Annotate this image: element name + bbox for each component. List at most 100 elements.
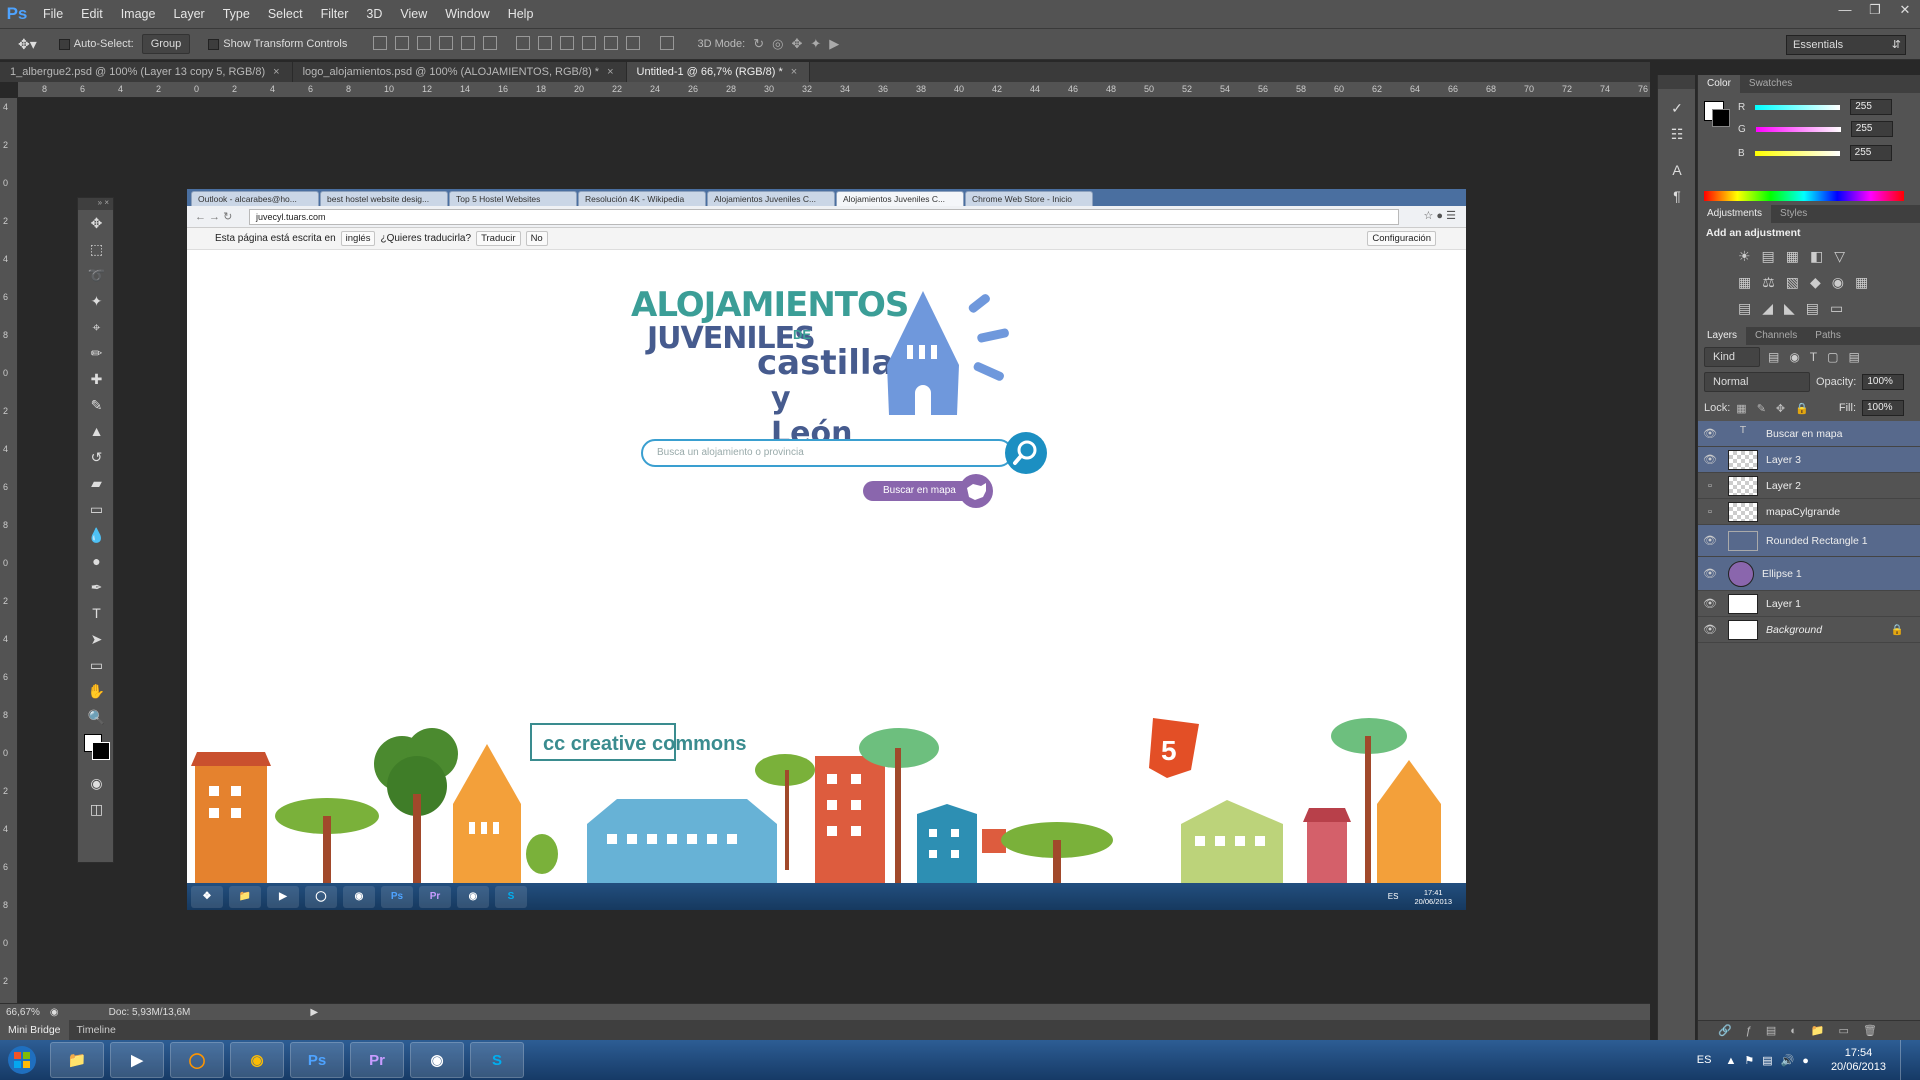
eye-icon[interactable]: 👁 [1698, 597, 1722, 610]
site-search-input[interactable]: Busca un alojamiento o provincia [641, 439, 1013, 467]
tray-icons[interactable]: ▲⚑▤🔊● [1725, 1054, 1816, 1067]
red-value[interactable]: 255 [1850, 99, 1893, 115]
adjustment-icons[interactable]: ☀▤▦◧▽ ▦⚖▧◆◉▦ ▤◢◣▤▭ [1698, 243, 1920, 321]
menu-layer[interactable]: Layer [164, 0, 213, 28]
browser-tab[interactable]: Alojamientos Juveniles C... [707, 191, 835, 206]
blue-gradient[interactable] [1754, 150, 1840, 156]
menu-3d[interactable]: 3D [357, 0, 391, 28]
status-arrow-icon[interactable]: ▶ [310, 1007, 318, 1018]
show-desktop-button[interactable] [1900, 1040, 1912, 1080]
layer-row[interactable]: 👁 Ellipse 1 [1698, 557, 1920, 591]
red-gradient[interactable] [1755, 104, 1841, 110]
layer-row[interactable]: 👁 Layer 3 [1698, 447, 1920, 473]
no-button[interactable]: No [525, 231, 548, 246]
align-bottom-icon[interactable] [417, 35, 432, 50]
tab-paths[interactable]: Paths [1806, 327, 1850, 345]
blue-slider[interactable]: B 255 [1698, 141, 1920, 165]
zoom-level[interactable]: 66,67% [6, 1007, 40, 1018]
auto-select-checkbox[interactable]: Auto-Select: [58, 38, 134, 50]
menu-view[interactable]: View [391, 0, 436, 28]
shape-tool-icon[interactable]: ▭ [78, 652, 115, 678]
3d-mode-icons[interactable]: ↻◎✥✦▶ [753, 36, 847, 52]
align-hcenter-icon[interactable] [461, 35, 476, 50]
brush-tool-icon[interactable]: ✎ [78, 392, 115, 418]
tab-color[interactable]: Color [1698, 75, 1740, 93]
auto-align-icon[interactable] [659, 35, 674, 50]
site-search-button[interactable] [1005, 432, 1047, 474]
blur-tool-icon[interactable]: 💧 [78, 522, 115, 548]
group-select[interactable]: Group [141, 34, 191, 54]
red-slider[interactable]: R 255 [1698, 93, 1920, 117]
menu-select[interactable]: Select [259, 0, 312, 28]
info-icon[interactable]: ◉ [50, 1007, 59, 1018]
path-select-icon[interactable]: ➤ [78, 626, 115, 652]
taskbar-media[interactable]: ▶ [110, 1042, 164, 1078]
healing-brush-icon[interactable]: ✚ [78, 366, 115, 392]
background-color[interactable] [92, 742, 110, 760]
distribute-vcenter-icon[interactable] [538, 35, 553, 50]
tab-styles[interactable]: Styles [1771, 205, 1816, 223]
distribute-left-icon[interactable] [582, 35, 597, 50]
lasso-tool-icon[interactable]: ➰ [78, 262, 115, 288]
eye-icon[interactable]: 👁 [1698, 427, 1722, 440]
layer-row[interactable]: 👁 Rounded Rectangle 1 [1698, 525, 1920, 557]
green-gradient[interactable] [1755, 126, 1841, 132]
filter-icons[interactable]: ▤◉T▢▤ [1768, 350, 1870, 364]
distribute-top-icon[interactable] [516, 35, 531, 50]
tab-timeline[interactable]: Timeline [69, 1024, 124, 1036]
taskbar-skype[interactable]: S [470, 1042, 524, 1078]
tab-adjustments[interactable]: Adjustments [1698, 205, 1772, 223]
menu-image[interactable]: Image [112, 0, 165, 28]
taskbar-photoshop[interactable]: Ps [290, 1042, 344, 1078]
layer-row[interactable]: 👁 T Buscar en mapa [1698, 421, 1920, 447]
restore-icon[interactable]: ❐ [1860, 0, 1890, 20]
menu-type[interactable]: Type [214, 0, 259, 28]
menu-filter[interactable]: Filter [312, 0, 358, 28]
lock-icons[interactable]: ▦✎✥🔒 [1736, 402, 1819, 415]
browser-tab[interactable]: Outlook - alcarabes@ho... [191, 191, 319, 206]
distribute-right-icon[interactable] [626, 35, 641, 50]
green-slider[interactable]: G 255 [1698, 117, 1920, 141]
align-top-icon[interactable] [373, 35, 388, 50]
history-brush-icon[interactable]: ↺ [78, 444, 115, 470]
align-right-icon[interactable] [483, 35, 498, 50]
nav-arrows-icon[interactable]: ← → ↻ [195, 210, 232, 223]
crop-tool-icon[interactable]: ⌖ [78, 314, 115, 340]
url-field[interactable]: juvecyl.tuars.com [249, 209, 1399, 225]
move-tool-icon[interactable]: ✥▾ [18, 36, 37, 53]
eye-icon[interactable]: 👁 [1698, 623, 1722, 636]
tab-layers[interactable]: Layers [1698, 327, 1747, 345]
doc-tab-logo[interactable]: logo_alojamientos.psd @ 100% (ALOJAMIENT… [293, 62, 627, 82]
browser-tab[interactable]: best hostel website desig... [320, 191, 448, 206]
doc-tab-untitled[interactable]: Untitled-1 @ 66,7% (RGB/8) * × [626, 62, 811, 82]
map-icon[interactable] [959, 474, 993, 508]
pen-tool-icon[interactable]: ✒ [78, 574, 115, 600]
taskbar-firefox[interactable]: ◯ [170, 1042, 224, 1078]
minimize-icon[interactable]: — [1830, 0, 1860, 20]
eraser-tool-icon[interactable]: ▰ [78, 470, 115, 496]
marquee-tool-icon[interactable]: ⬚ [78, 236, 115, 262]
distribute-bottom-icon[interactable] [560, 35, 575, 50]
green-value[interactable]: 255 [1850, 121, 1893, 137]
tab-swatches[interactable]: Swatches [1740, 75, 1801, 93]
show-transform-checkbox[interactable]: Show Transform Controls [208, 38, 347, 50]
tab-mini-bridge[interactable]: Mini Bridge [0, 1020, 69, 1040]
start-button[interactable] [0, 1040, 44, 1080]
taskbar-app[interactable]: ◉ [410, 1042, 464, 1078]
document-canvas[interactable]: Outlook - alcarabes@ho... best hostel we… [187, 189, 1466, 910]
quick-mask-icon[interactable]: ◉ [78, 770, 115, 796]
browser-tab[interactable]: Chrome Web Store - Inicio [965, 191, 1093, 206]
eyedropper-icon[interactable]: ✏ [78, 340, 115, 366]
layer-actions-bar[interactable]: 🔗ƒ▤◐📁▭🗑 [1698, 1020, 1920, 1040]
align-vcenter-icon[interactable] [395, 35, 410, 50]
eye-icon[interactable]: 👁 [1698, 567, 1722, 580]
browser-tab[interactable]: Top 5 Hostel Websites [449, 191, 577, 206]
menu-file[interactable]: File [34, 0, 72, 28]
align-left-icon[interactable] [439, 35, 454, 50]
close-icon[interactable]: ✕ [1890, 0, 1920, 20]
dodge-tool-icon[interactable]: ● [78, 548, 115, 574]
history-panel-icon[interactable]: ✓ [1658, 95, 1696, 121]
layer-row[interactable]: ▫ mapaCylgrande [1698, 499, 1920, 525]
color-spectrum[interactable] [1704, 191, 1904, 201]
distribute-hcenter-icon[interactable] [604, 35, 619, 50]
